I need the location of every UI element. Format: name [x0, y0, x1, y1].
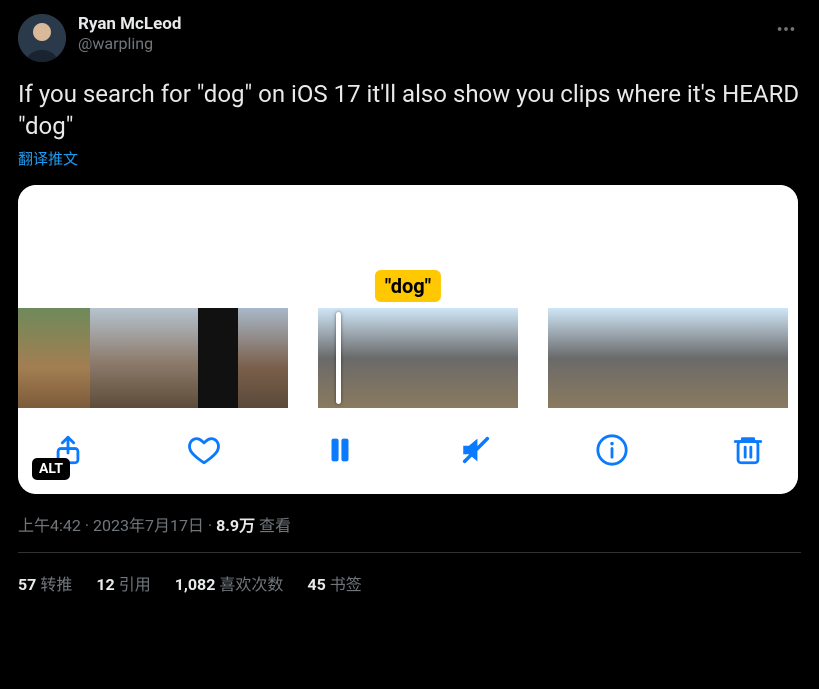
clip-frame: [748, 308, 788, 408]
clip-frame: [318, 308, 418, 408]
avatar[interactable]: [18, 14, 66, 62]
meta-sep: ·: [204, 516, 216, 535]
alt-badge[interactable]: ALT: [32, 458, 70, 480]
tweet-meta: 上午4:42 · 2023年7月17日 · 8.9万 查看: [18, 512, 801, 536]
tweet-stats: 57转推 12 引用 1,082喜欢次数 45 书签: [18, 553, 801, 595]
views-count[interactable]: 8.9万: [216, 516, 255, 535]
clip-group-1: [18, 308, 288, 408]
tweet-date[interactable]: 2023年7月17日: [93, 516, 204, 535]
bookmarks-stat[interactable]: 45 书签: [307, 571, 361, 595]
tweet-header: Ryan McLeod @warpling: [18, 14, 801, 62]
media-top-area: "dog": [18, 185, 798, 308]
quotes-label: 引用: [119, 575, 151, 594]
clip-frame: [588, 308, 628, 408]
clip-frame: [90, 308, 126, 408]
search-token-label: "dog": [375, 270, 441, 302]
video-timeline[interactable]: [18, 308, 798, 408]
mute-icon[interactable]: [456, 430, 496, 470]
author-names: Ryan McLeod @warpling: [78, 14, 771, 54]
clip-frame: [126, 308, 162, 408]
trash-icon[interactable]: [728, 430, 768, 470]
quotes-count: 12: [96, 575, 114, 594]
tweet-container: Ryan McLeod @warpling If you search for …: [0, 0, 819, 595]
views-label: 查看: [255, 516, 291, 535]
handle[interactable]: @warpling: [78, 34, 771, 54]
clip-frame: [548, 308, 588, 408]
clip-frame: [238, 308, 288, 408]
info-icon[interactable]: [592, 430, 632, 470]
likes-count: 1,082: [175, 575, 216, 594]
clip-frame: [418, 308, 518, 408]
media-controls: [18, 408, 798, 494]
clip-frame: [708, 308, 748, 408]
playhead-icon[interactable]: [336, 312, 341, 404]
likes-label: 喜欢次数: [219, 575, 283, 594]
meta-sep: ·: [81, 516, 93, 535]
clip-group-3: [548, 308, 788, 408]
clip-frame: [54, 308, 90, 408]
clip-group-2: [318, 308, 518, 408]
tweet-time[interactable]: 上午4:42: [18, 516, 81, 535]
retweets-count: 57: [18, 575, 36, 594]
retweets-stat[interactable]: 57转推: [18, 571, 72, 595]
tweet-text: If you search for "dog" on iOS 17 it'll …: [18, 78, 801, 142]
pause-icon[interactable]: [320, 430, 360, 470]
heart-icon[interactable]: [184, 430, 224, 470]
clip-frame: [198, 308, 238, 408]
clip-frame: [162, 308, 198, 408]
clip-frame: [668, 308, 708, 408]
media-card[interactable]: "dog": [18, 185, 798, 494]
more-icon[interactable]: [771, 14, 801, 48]
clip-frame: [628, 308, 668, 408]
display-name[interactable]: Ryan McLeod: [78, 14, 771, 34]
bookmarks-count: 45: [307, 575, 325, 594]
clip-frame: [18, 308, 54, 408]
translate-link[interactable]: 翻译推文: [18, 148, 801, 169]
retweets-label: 转推: [40, 575, 72, 594]
quotes-stat[interactable]: 12 引用: [96, 571, 150, 595]
bookmarks-label: 书签: [330, 575, 362, 594]
likes-stat[interactable]: 1,082喜欢次数: [175, 571, 284, 595]
